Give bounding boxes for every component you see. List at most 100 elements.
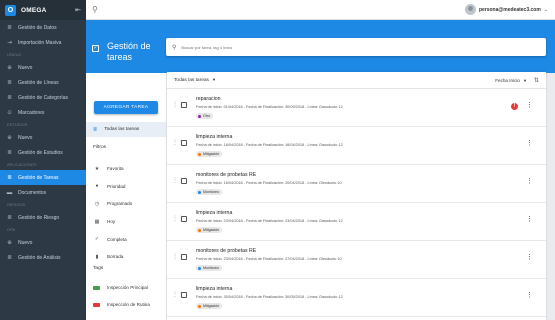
task-list-toolbar: Todas las tareas ▼ Fecha Inicio ▼ ⇅ xyxy=(167,72,546,89)
task-tag-chip[interactable]: Monitoreo xyxy=(196,265,222,271)
list-icon: ≣ xyxy=(7,79,12,86)
user-menu[interactable]: persona@medeatec3.com ⌄ xyxy=(464,4,548,15)
more-vert-icon[interactable]: ⋮ xyxy=(526,139,533,147)
more-vert-icon[interactable]: ⋮ xyxy=(526,177,533,185)
sidebar-item-gestion-de-estudios[interactable]: ≣ Gestión de Estudios xyxy=(0,145,86,160)
user-email: persona@medeatec3.com xyxy=(478,6,541,13)
sidebar-item-importacion-masiva[interactable]: ⇥ Importación Masiva xyxy=(0,35,86,50)
filter-completa[interactable]: ✓ Completa xyxy=(86,230,166,248)
task-row[interactable]: ⋮⋮ monitores de probetas RE Fecha de inici… xyxy=(167,165,546,203)
task-row[interactable]: ⋮⋮ monitores de probetas RE Fecha de inici… xyxy=(167,241,546,279)
tag-inspeccion-principal[interactable]: Inspección Principal xyxy=(86,279,166,296)
task-meta: Fecha de inicio: 23/04/2018 - Fecha de F… xyxy=(196,257,342,261)
filters-heading: Filtros xyxy=(93,145,107,150)
sidebar-item-documentos[interactable]: ▬ Documentos xyxy=(0,185,86,200)
task-meta: Fecha de inicio: 01/04/2018 - Fecha de F… xyxy=(196,105,343,109)
task-tag-chip[interactable]: Mitigación xyxy=(196,303,223,309)
all-tasks-item[interactable]: ≣ Todas las tareas xyxy=(86,122,166,137)
task-title[interactable]: limpieza interna xyxy=(196,134,232,140)
task-checkbox[interactable] xyxy=(181,292,187,298)
task-title[interactable]: monitores de probetas RE xyxy=(196,248,256,254)
task-title[interactable]: reparacion xyxy=(196,96,221,102)
avatar[interactable] xyxy=(464,4,476,15)
task-row[interactable]: ⋮⋮ limpieza interna Fecha de inicio: 30/04… xyxy=(167,279,546,317)
task-title[interactable]: monitores de probetas RE xyxy=(196,172,256,178)
sidebar-item-nuevo[interactable]: ⊕ Nuevo xyxy=(0,130,86,145)
sidebar-section-title: RIESGOS xyxy=(7,202,26,207)
tags-heading: Tags xyxy=(93,266,104,271)
task-checkbox[interactable] xyxy=(181,216,187,222)
sidebar-item-nuevo[interactable]: ⊕ Nuevo xyxy=(0,235,86,250)
task-checkbox[interactable] xyxy=(181,254,187,260)
alert-icon[interactable]: ! xyxy=(511,103,518,110)
task-checkbox[interactable] xyxy=(181,178,187,184)
filter-hoy[interactable]: ▦ Hoy xyxy=(86,213,166,231)
tag-color-swatch xyxy=(93,302,100,307)
page-title: Gestión de tareas xyxy=(107,41,151,63)
task-checkbox[interactable] xyxy=(181,140,187,146)
task-row[interactable]: ⋮⋮ limpieza interna Fecha de inicio: 16/04… xyxy=(167,127,546,165)
search-icon[interactable]: ⚲ xyxy=(92,5,98,14)
task-tag-chip[interactable]: Mitigación xyxy=(196,227,223,233)
collapse-sidebar-icon[interactable]: ⇤ xyxy=(75,6,81,14)
task-checkbox[interactable] xyxy=(181,102,187,108)
more-vert-icon[interactable]: ⋮ xyxy=(526,253,533,261)
task-tag-chip[interactable]: Mitigación xyxy=(196,151,223,157)
app-name: OMEGA xyxy=(21,6,47,14)
filters-list: ★ Favorita ● Prioridad ◷ Programado ▦ Hoy ✓ Compl… xyxy=(86,160,166,266)
sidebar-item-gestion-de-riesgo[interactable]: ≣ Gestión de Riesgo xyxy=(0,210,86,225)
sidebar-item-label: Gestión de Análisis xyxy=(18,254,61,261)
sidebar-item-label: Gestión de Líneas xyxy=(18,79,59,86)
more-vert-icon[interactable]: ⋮ xyxy=(526,101,533,109)
sidebar-item-label: Gestión de Categorías xyxy=(18,94,69,101)
task-tag-label: Otro xyxy=(203,114,210,118)
sidebar-item-nuevo[interactable]: ⊕ Nuevo xyxy=(0,60,86,75)
sidebar-item-gestion-de-categorias[interactable]: ≣ Gestión de Categorías xyxy=(0,90,86,105)
task-title[interactable]: limpieza interna xyxy=(196,286,232,292)
task-tag-label: Monitoreo xyxy=(203,266,219,270)
sort-order-icon[interactable]: ⇅ xyxy=(534,77,539,84)
task-tag-chip[interactable]: Otro xyxy=(196,113,213,119)
tag-dot-icon xyxy=(198,304,201,308)
sidebar-section-title: OPA xyxy=(7,227,16,232)
tag-inspeccion-de-rutina[interactable]: Inspección de Rutina xyxy=(86,296,166,313)
task-list: Todas las tareas ▼ Fecha Inicio ▼ ⇅ ⋮ ⋮ repa… xyxy=(167,72,546,320)
filter-borrada[interactable]: ▮ Borrada xyxy=(86,248,166,266)
task-title[interactable]: limpieza interna xyxy=(196,210,232,216)
search-input[interactable] xyxy=(181,44,482,50)
list-icon: ≣ xyxy=(7,254,12,261)
sidebar-item-label: Gestión de Estudios xyxy=(18,149,63,156)
sidebar-item-gestion-de-tareas[interactable]: ≣ Gestión de Tareas xyxy=(0,170,86,185)
sidebar-item-gestion-de-lineas[interactable]: ≣ Gestión de Líneas xyxy=(0,75,86,90)
sort-select[interactable]: Fecha Inicio ▼ xyxy=(495,78,527,83)
sidebar-section-title: ESTUDIOS xyxy=(7,122,28,127)
sidebar-header: O OMEGA ⇤ xyxy=(0,0,86,20)
list-icon: ≣ xyxy=(7,94,12,101)
more-vert-icon[interactable]: ⋮ xyxy=(526,291,533,299)
task-row[interactable]: ⋮⋮ limpieza interna Fecha de inicio: 23/04… xyxy=(167,203,546,241)
sidebar-item-gestion-de-analisis[interactable]: ≣ Gestión de Análisis xyxy=(0,250,86,265)
tag-dot-icon xyxy=(198,266,201,270)
import-icon: ⇥ xyxy=(7,39,12,46)
calendar-icon: ▦ xyxy=(94,218,100,225)
task-filter-select[interactable]: Todas las tareas ▼ xyxy=(174,77,216,83)
list-icon: ≣ xyxy=(7,174,12,181)
task-tag-chip[interactable]: Monitoreo xyxy=(196,189,222,195)
sidebar-item-gestion-de-datos[interactable]: ≣ Gestión de Datos xyxy=(0,20,86,35)
task-tag-label: Monitoreo xyxy=(203,190,219,194)
list-icon: ≣ xyxy=(7,149,12,156)
sidebar-item-label: Documentos xyxy=(18,189,47,196)
priority-icon: ● xyxy=(95,183,99,190)
sidebar-item-marcadores[interactable]: ⊙ Marcadores xyxy=(0,105,86,120)
filter-programado[interactable]: ◷ Programado xyxy=(86,195,166,213)
task-meta: Fecha de inicio: 16/04/2018 - Fecha de F… xyxy=(196,143,343,147)
more-vert-icon[interactable]: ⋮ xyxy=(526,215,533,223)
sidebar-section-title: APLICACIONES xyxy=(7,162,37,167)
filter-favorita[interactable]: ★ Favorita xyxy=(86,160,166,178)
caret-down-icon: ▼ xyxy=(523,77,527,83)
chevron-down-icon[interactable]: ⌄ xyxy=(544,7,548,13)
task-row[interactable]: ⋮⋮ reparacion Fecha de inicio: 01/04/2018 … xyxy=(167,89,546,127)
add-task-button[interactable]: AGREGAR TAREA xyxy=(94,101,158,114)
list-icon: ≣ xyxy=(7,24,12,31)
filter-prioridad[interactable]: ● Prioridad xyxy=(86,178,166,196)
